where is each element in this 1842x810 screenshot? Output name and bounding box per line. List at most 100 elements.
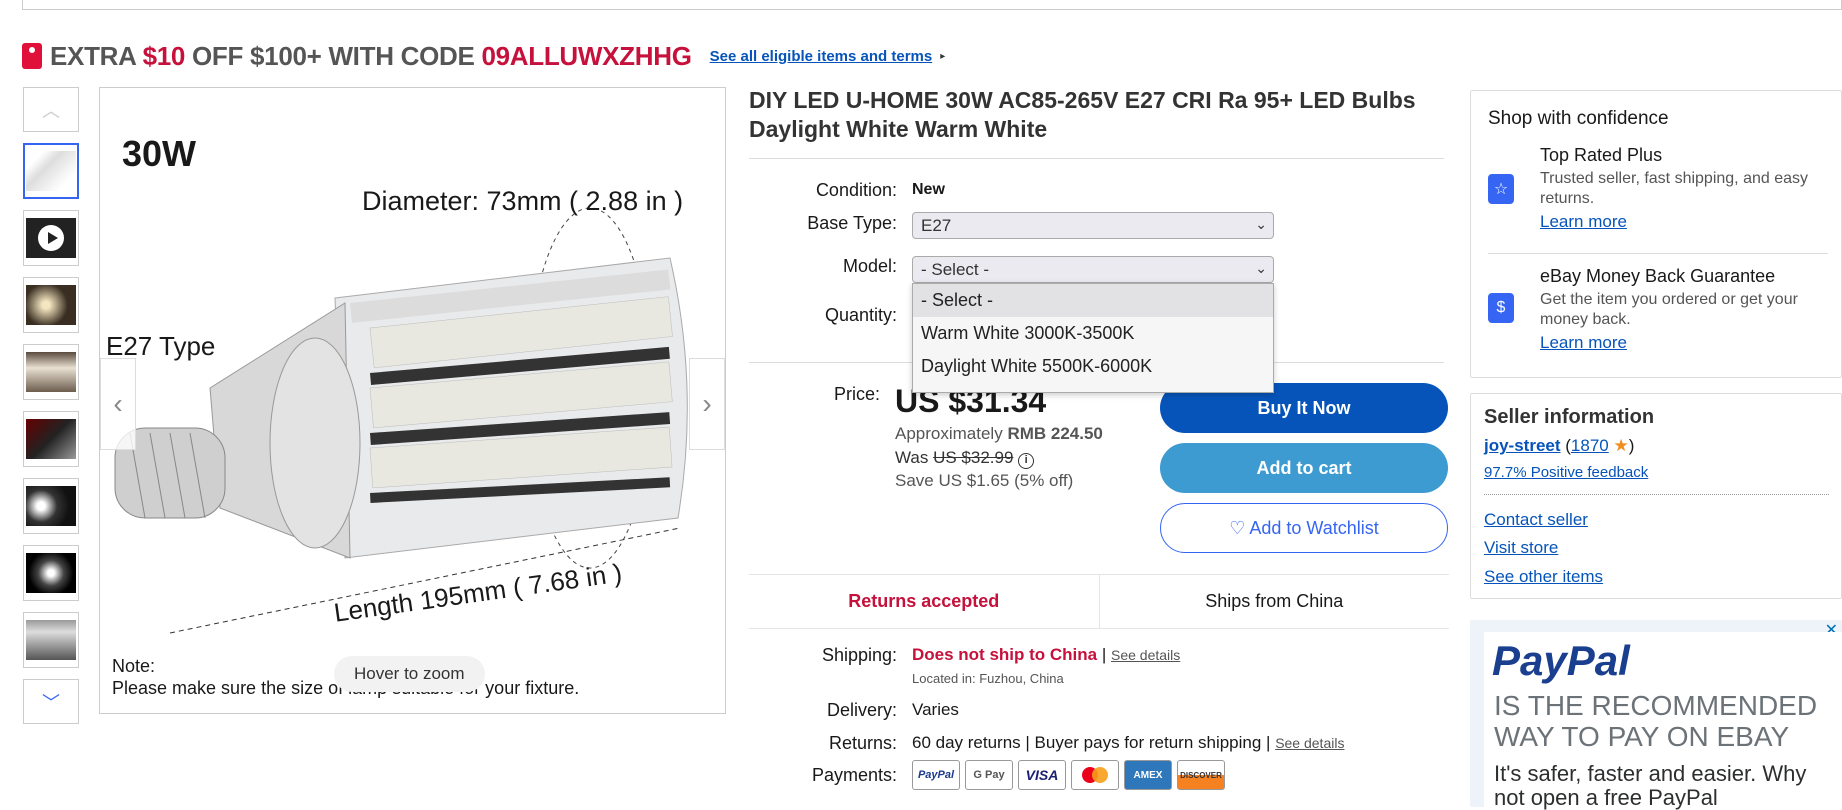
mastercard-icon (1071, 760, 1119, 790)
price-tag-icon (22, 43, 42, 69)
seller-divider (1484, 494, 1829, 495)
shop-with-confidence-panel: Shop with confidence ☆ Top Rated Plus Tr… (1470, 90, 1842, 378)
seller-name-row: joy-street (1870 ★) (1484, 436, 1635, 455)
play-icon (38, 225, 64, 251)
returns-value: 60 day returns | Buyer pays for return s… (912, 733, 1345, 752)
shipping-label: Shipping: (821, 645, 897, 665)
payment-methods: PayPal G Pay VISA AMEX DISCOVER (912, 760, 1225, 790)
promo-banner: EXTRA $10 OFF $100+ WITH CODE 09ALLUWXZH… (22, 38, 945, 74)
delivery-value: Varies (912, 700, 959, 719)
ad-headline: IS THE RECOMMENDED WAY TO PAY ON EBAY (1494, 690, 1818, 752)
seller-information-panel: Seller information joy-street (1870 ★) 9… (1470, 393, 1842, 599)
amex-icon: AMEX (1124, 760, 1172, 790)
was-price: Was US $32.99 i (895, 448, 1035, 469)
thumbnail-video[interactable] (23, 210, 79, 266)
feature-title: eBay Money Back Guarantee (1540, 266, 1776, 286)
learn-more-link[interactable]: Learn more (1540, 333, 1840, 353)
money-back-feature: eBay Money Back Guarantee Get the item y… (1540, 266, 1840, 353)
thumbnail-4[interactable] (23, 344, 79, 400)
main-product-image[interactable]: 30W Diameter: 73mm ( 2.88 in ) E27 Type … (99, 87, 726, 714)
shipping-value: Does not ship to China | See details (912, 645, 1181, 664)
visit-store-link[interactable]: Visit store (1484, 538, 1558, 558)
thumbnail-6[interactable] (23, 478, 79, 534)
model-option[interactable]: - Select - (913, 284, 1273, 317)
eligible-items-link[interactable]: See all eligible items and terms (710, 48, 933, 65)
panel-divider (1488, 253, 1828, 254)
add-to-watchlist-button[interactable]: ♡ Add to Watchlist (1160, 503, 1448, 553)
shipping-see-details-link[interactable]: See details (1111, 647, 1180, 663)
ad-content: PayPal IS THE RECOMMENDED WAY TO PAY ON … (1484, 632, 1842, 810)
promo-text: EXTRA $10 OFF $100+ WITH CODE 09ALLUWXZH… (50, 40, 692, 71)
paypal-ad[interactable]: ✕ PayPal IS THE RECOMMENDED WAY TO PAY O… (1470, 620, 1842, 810)
thumbnail-3[interactable] (23, 277, 79, 333)
contact-seller-link[interactable]: Contact seller (1484, 510, 1588, 530)
model-value: - Select - (921, 259, 990, 279)
add-to-cart-button[interactable]: Add to cart (1160, 443, 1448, 493)
model-dropdown-list: - Select - Warm White 3000K-3500K Daylig… (912, 283, 1274, 393)
learn-more-link[interactable]: Learn more (1540, 212, 1840, 232)
feature-title: Top Rated Plus (1540, 145, 1663, 165)
feedback-count-link[interactable]: 1870 (1571, 436, 1609, 455)
feature-description: Get the item you ordered or get your mon… (1540, 291, 1798, 328)
model-select[interactable]: - Select - ⌄ (912, 256, 1274, 283)
returns-ships-bar: Returns accepted Ships from China (749, 574, 1449, 629)
returns-accepted: Returns accepted (749, 575, 1100, 628)
seller-title: Seller information (1484, 406, 1655, 428)
thumbnail-5[interactable] (23, 411, 79, 467)
top-bar-edge (22, 0, 1842, 10)
thumbnail-down-button[interactable]: ﹀ (23, 679, 79, 724)
star-badge-icon: ☆ (1488, 174, 1514, 204)
google-pay-icon: G Pay (965, 760, 1013, 790)
thumbnail-8[interactable] (23, 612, 79, 668)
title-divider (749, 158, 1444, 159)
condition-value: New (912, 181, 945, 198)
image-watt-label: 30W (122, 133, 197, 174)
discover-icon: DISCOVER (1177, 760, 1225, 790)
ad-subtext: It's safer, faster and easier. Why not o… (1494, 761, 1807, 810)
next-image-button[interactable]: › (689, 358, 725, 450)
image-note-title: Note: (112, 656, 156, 676)
base-type-select[interactable]: E27 ⌄ (912, 212, 1274, 239)
chevron-down-icon: ⌄ (1255, 216, 1267, 232)
paypal-logo: PayPal (1492, 637, 1630, 684)
confidence-title: Shop with confidence (1488, 108, 1669, 129)
info-icon[interactable]: i (1018, 453, 1035, 469)
seller-name-link[interactable]: joy-street (1484, 436, 1561, 455)
item-location: Located in: Fuzhou, China (912, 671, 1064, 686)
link-arrow-icon: ▸ (940, 50, 946, 62)
see-other-items-link[interactable]: See other items (1484, 567, 1603, 587)
chevron-down-icon: ⌄ (1255, 260, 1267, 276)
visa-icon: VISA (1018, 760, 1066, 790)
returns-label: Returns: (828, 733, 897, 753)
bulb-illustration (114, 207, 688, 634)
image-diameter-label: Diameter: 73mm ( 2.88 in ) (362, 186, 684, 216)
base-type-label: Base Type: (807, 213, 897, 233)
star-icon: ★ (1613, 436, 1629, 455)
payments-label: Payments: (811, 765, 897, 785)
positive-feedback-link[interactable]: 97.7% Positive feedback (1484, 464, 1648, 481)
thumbnail-strip: ︿ ﹀ (23, 87, 79, 724)
paypal-icon: PayPal (912, 760, 960, 790)
hover-to-zoom-label: Hover to zoom (334, 656, 485, 692)
model-option[interactable]: Daylight White 5500K-6000K (913, 350, 1273, 383)
shield-dollar-icon: $ (1488, 293, 1514, 323)
product-title: DIY LED U-HOME 30W AC85-265V E27 CRI Ra … (749, 87, 1416, 142)
ships-from: Ships from China (1205, 591, 1344, 611)
price-label: Price: (833, 384, 880, 404)
thumbnail-7[interactable] (23, 545, 79, 601)
returns-see-details-link[interactable]: See details (1275, 735, 1344, 751)
delivery-label: Delivery: (826, 700, 897, 720)
base-type-value: E27 (921, 215, 952, 235)
condition-label: Condition: (815, 180, 897, 200)
promo-code: 09ALLUWXZHHG (481, 40, 692, 71)
feature-description: Trusted seller, fast shipping, and easy … (1540, 170, 1808, 207)
top-rated-feature: Top Rated Plus Trusted seller, fast ship… (1540, 145, 1840, 232)
model-option[interactable]: Warm White 3000K-3500K (913, 317, 1273, 350)
model-label: Model: (842, 256, 897, 276)
quantity-label: Quantity: (824, 305, 897, 325)
approx-price: Approximately RMB 224.50 (895, 424, 1103, 443)
thumbnail-1[interactable] (23, 143, 79, 199)
save-amount: Save US $1.65 (5% off) (895, 471, 1074, 490)
prev-image-button[interactable]: ‹ (100, 358, 136, 450)
thumbnail-up-button[interactable]: ︿ (23, 87, 79, 132)
